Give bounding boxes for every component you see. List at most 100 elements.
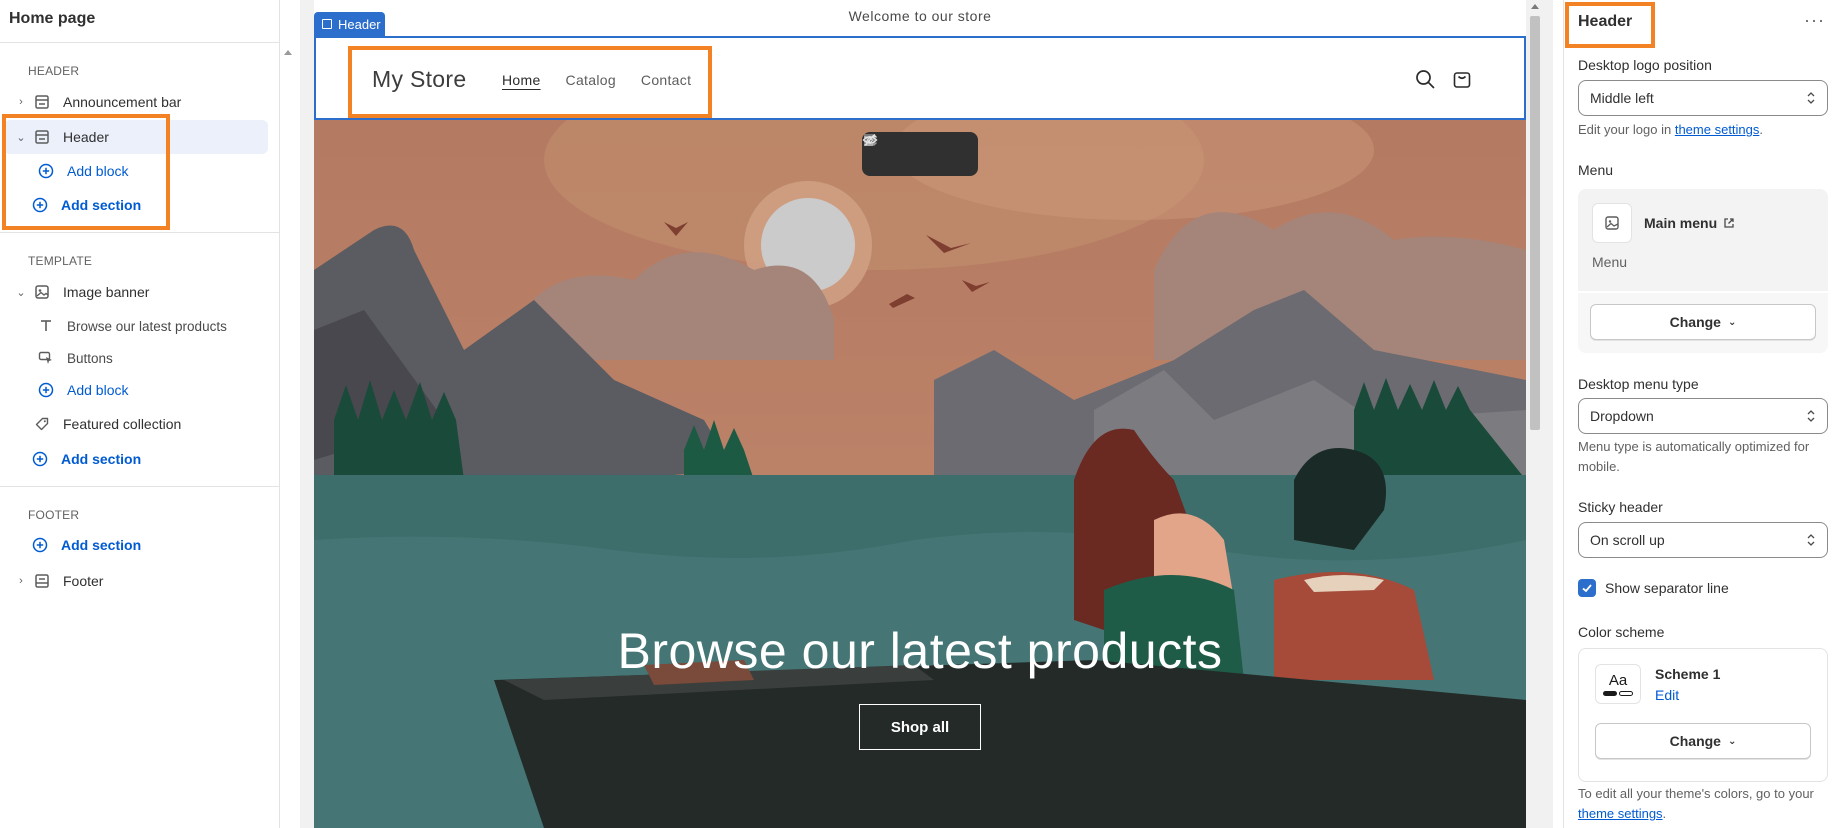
sidebar-scroll-up[interactable]: [283, 48, 292, 60]
menu-name[interactable]: Main menu: [1644, 215, 1717, 231]
sidebar-item-label: Footer: [63, 573, 104, 589]
separator-label[interactable]: Show separator line: [1605, 580, 1729, 596]
store-preview: Welcome to our store Header My Store Hom…: [314, 0, 1526, 828]
add-section-label: Add section: [61, 537, 142, 553]
page-title: Home page: [9, 10, 96, 27]
color-scheme-label: Color scheme: [1578, 624, 1665, 640]
divider: [0, 42, 280, 43]
chevron-right-icon[interactable]: ›: [14, 96, 28, 108]
color-scheme-card: Aa Scheme 1 Edit Change ⌄: [1578, 648, 1828, 782]
plus-circle-icon: [36, 380, 56, 400]
image-icon: [1605, 216, 1619, 230]
group-label-footer: FOOTER: [28, 508, 80, 522]
section-toolbar: [862, 132, 978, 176]
highlight-box: [2, 114, 170, 230]
sidebar-item-buttons[interactable]: Buttons: [4, 341, 268, 375]
cart-icon[interactable]: [1449, 66, 1475, 92]
menu-label: Menu: [1578, 162, 1614, 178]
menu-type-label: Desktop menu type: [1578, 376, 1699, 392]
group-label-template: TEMPLATE: [28, 254, 93, 268]
header-section-tag[interactable]: Header: [314, 12, 385, 36]
tag-icon: [32, 414, 52, 434]
section-icon: [32, 92, 52, 112]
section-icon: [322, 19, 332, 29]
separator-checkbox[interactable]: [1578, 579, 1596, 597]
highlight-box: [1565, 2, 1655, 48]
change-label: Change: [1669, 733, 1721, 749]
image-banner[interactable]: Browse our latest products Shop all: [314, 120, 1526, 828]
logo-position-select[interactable]: Middle left: [1578, 80, 1828, 116]
check-icon: [1582, 584, 1592, 593]
divider: [0, 486, 280, 487]
colors-help-text: To edit all your theme's colors, go to y…: [1578, 784, 1824, 824]
menu-thumbnail: [1592, 203, 1632, 243]
menu-type-select[interactable]: Dropdown: [1578, 398, 1828, 434]
add-block-button[interactable]: Add block: [4, 373, 268, 407]
add-block-label: Add block: [67, 382, 129, 398]
eye-off-icon[interactable]: [862, 134, 966, 167]
select-value: Middle left: [1590, 90, 1654, 106]
add-section-button[interactable]: Add section: [4, 528, 268, 562]
highlight-box: [348, 46, 712, 118]
sticky-header-label: Sticky header: [1578, 499, 1663, 515]
shop-all-button[interactable]: Shop all: [859, 704, 981, 750]
banner-heading[interactable]: Browse our latest products: [314, 622, 1526, 680]
select-value: Dropdown: [1590, 408, 1654, 424]
theme-settings-link[interactable]: theme settings: [1675, 122, 1760, 137]
select-value: On scroll up: [1590, 532, 1665, 548]
sidebar-item-label: Image banner: [63, 284, 150, 300]
footer-section-icon: [32, 571, 52, 591]
chevron-down-icon[interactable]: ⌄: [14, 286, 28, 299]
move-down-icon[interactable]: [864, 134, 933, 167]
image-icon: [32, 282, 52, 302]
scheme-edit-link[interactable]: Edit: [1655, 687, 1679, 703]
sticky-header-select[interactable]: On scroll up: [1578, 522, 1828, 558]
logo-position-label: Desktop logo position: [1578, 57, 1712, 73]
menu-type-help: Menu type is automatically optimized for…: [1578, 439, 1810, 474]
scheme-swatch: Aa: [1595, 664, 1641, 704]
button-cursor-icon: [36, 348, 56, 368]
menu-sub-label: Menu: [1592, 254, 1628, 270]
chevron-right-icon[interactable]: ›: [14, 575, 28, 587]
help-text-suffix: .: [1759, 122, 1764, 137]
sidebar-item-browse-text[interactable]: Browse our latest products: [4, 309, 268, 343]
add-section-label: Add section: [61, 451, 142, 467]
sections-sidebar: Home page HEADER › Announcement bar ⌄ He…: [0, 0, 280, 828]
add-section-button[interactable]: Add section: [4, 442, 268, 476]
settings-panel: Header ··· Desktop logo position Middle …: [1563, 0, 1838, 828]
help-text-suffix: .: [1662, 806, 1667, 821]
scroll-thumb[interactable]: [1530, 16, 1540, 430]
divider: [0, 232, 280, 233]
select-arrows-icon: [1807, 410, 1815, 422]
scheme-swatch-text: Aa: [1608, 672, 1628, 689]
sidebar-item-label: Featured collection: [63, 416, 182, 432]
menu-name-row[interactable]: Main menu: [1644, 215, 1735, 231]
search-icon[interactable]: [1412, 66, 1438, 92]
theme-settings-link[interactable]: theme settings: [1578, 806, 1663, 821]
group-label-header: HEADER: [28, 64, 80, 78]
sidebar-item-footer[interactable]: › Footer: [4, 564, 268, 598]
announcement-bar[interactable]: Welcome to our store: [314, 0, 1526, 32]
select-arrows-icon: [1807, 534, 1815, 546]
select-arrows-icon: [1807, 92, 1815, 104]
sidebar-item-label: Buttons: [67, 350, 113, 366]
change-label: Change: [1669, 314, 1721, 330]
scheme-name: Scheme 1: [1655, 666, 1721, 682]
logo-help-text: Edit your logo in theme settings.: [1578, 120, 1824, 140]
external-link-icon[interactable]: [1723, 217, 1735, 229]
more-options-icon[interactable]: ···: [1804, 10, 1825, 31]
text-icon: [36, 316, 56, 336]
preview-scrollbar[interactable]: [1527, 0, 1543, 828]
help-text: To edit all your theme's colors, go to y…: [1578, 786, 1814, 801]
plus-circle-icon: [30, 449, 50, 469]
sidebar-item-image-banner[interactable]: ⌄ Image banner: [4, 275, 268, 309]
sidebar-item-featured-collection[interactable]: Featured collection: [4, 407, 268, 441]
menu-change-button[interactable]: Change ⌄: [1590, 304, 1816, 340]
plus-circle-icon: [30, 535, 50, 555]
scheme-swatch-pills: [1603, 691, 1633, 696]
scroll-up-arrow[interactable]: [1531, 4, 1539, 9]
chevron-down-icon: ⌄: [1727, 316, 1737, 328]
scheme-change-button[interactable]: Change ⌄: [1595, 723, 1811, 759]
sidebar-item-label: Browse our latest products: [67, 318, 227, 334]
chevron-down-icon: ⌄: [1727, 735, 1737, 747]
